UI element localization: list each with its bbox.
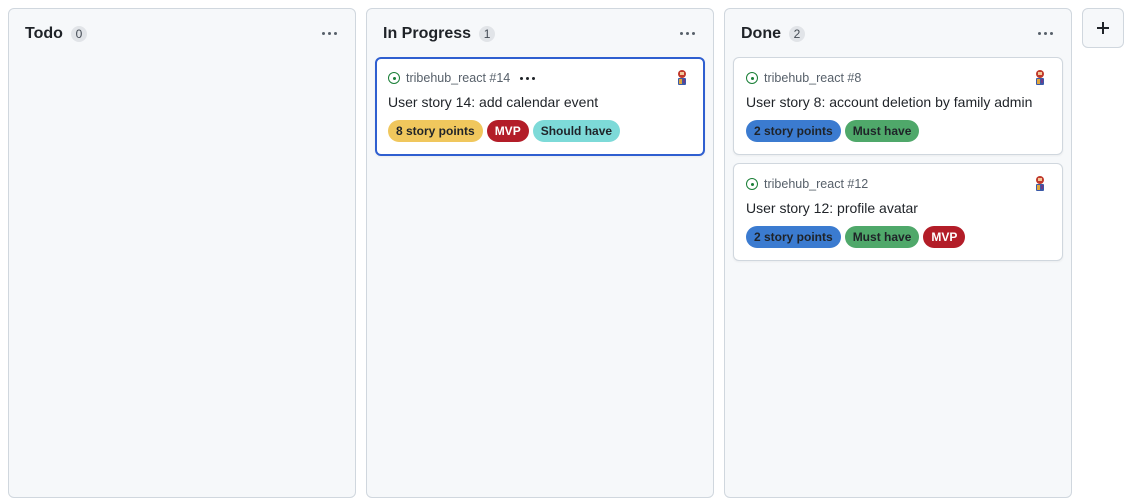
column-header: Done 2 bbox=[741, 23, 805, 45]
issue-reference-link[interactable]: tribehub_react #8 bbox=[764, 71, 861, 85]
label-mvp[interactable]: MVP bbox=[923, 226, 966, 248]
label-mvp[interactable]: MVP bbox=[486, 120, 529, 142]
card-meta: tribehub_react #14 bbox=[388, 70, 536, 86]
label-story-points[interactable]: 2 story points bbox=[746, 226, 841, 248]
label-priority[interactable]: Must have bbox=[844, 226, 920, 248]
column-title: Done bbox=[741, 25, 781, 42]
add-column-button[interactable] bbox=[1082, 8, 1124, 48]
label-story-points[interactable]: 2 story points bbox=[746, 120, 841, 142]
card-meta: tribehub_react #12 bbox=[746, 176, 868, 192]
card-labels: 8 story points MVP Should have bbox=[388, 120, 621, 142]
card-title[interactable]: User story 12: profile avatar bbox=[746, 200, 918, 216]
column-menu-icon[interactable] bbox=[675, 21, 699, 45]
column-title: In Progress bbox=[383, 25, 472, 42]
issue-reference-link[interactable]: tribehub_react #14 bbox=[406, 71, 510, 85]
column-count-badge: 2 bbox=[789, 26, 805, 42]
column-title: Todo bbox=[25, 25, 63, 42]
column-in-progress: In Progress 1 tribehub_react #14 User st… bbox=[366, 8, 714, 498]
card-menu-icon[interactable] bbox=[520, 70, 536, 86]
column-menu-icon[interactable] bbox=[317, 21, 341, 45]
issue-open-icon bbox=[746, 72, 758, 84]
column-header: In Progress 1 bbox=[383, 23, 496, 45]
column-header: Todo 0 bbox=[25, 23, 87, 45]
assignee-avatar[interactable] bbox=[674, 69, 690, 87]
issue-card[interactable]: tribehub_react #14 User story 14: add ca… bbox=[375, 57, 705, 156]
card-labels: 2 story points Must have MVP bbox=[746, 226, 966, 248]
label-story-points[interactable]: 8 story points bbox=[388, 120, 483, 142]
label-priority[interactable]: Should have bbox=[532, 120, 621, 142]
assignee-avatar[interactable] bbox=[1032, 69, 1048, 87]
card-labels: 2 story points Must have bbox=[746, 120, 920, 142]
plus-icon bbox=[1097, 22, 1109, 34]
column-done: Done 2 tribehub_react #8 User story 8: a… bbox=[724, 8, 1072, 498]
card-title[interactable]: User story 8: account deletion by family… bbox=[746, 94, 1032, 110]
card-meta: tribehub_react #8 bbox=[746, 70, 861, 86]
column-todo: Todo 0 bbox=[8, 8, 356, 498]
card-title[interactable]: User story 14: add calendar event bbox=[388, 94, 598, 110]
column-menu-icon[interactable] bbox=[1033, 21, 1057, 45]
assignee-avatar[interactable] bbox=[1032, 175, 1048, 193]
issue-open-icon bbox=[388, 72, 400, 84]
issue-open-icon bbox=[746, 178, 758, 190]
project-board: Todo 0 In Progress 1 tribehub_react #14 bbox=[0, 0, 1144, 498]
column-count-badge: 1 bbox=[479, 26, 496, 42]
label-priority[interactable]: Must have bbox=[844, 120, 920, 142]
issue-reference-link[interactable]: tribehub_react #12 bbox=[764, 177, 868, 191]
issue-card[interactable]: tribehub_react #12 User story 12: profil… bbox=[733, 163, 1063, 261]
column-count-badge: 0 bbox=[70, 26, 87, 42]
issue-card[interactable]: tribehub_react #8 User story 8: account … bbox=[733, 57, 1063, 155]
